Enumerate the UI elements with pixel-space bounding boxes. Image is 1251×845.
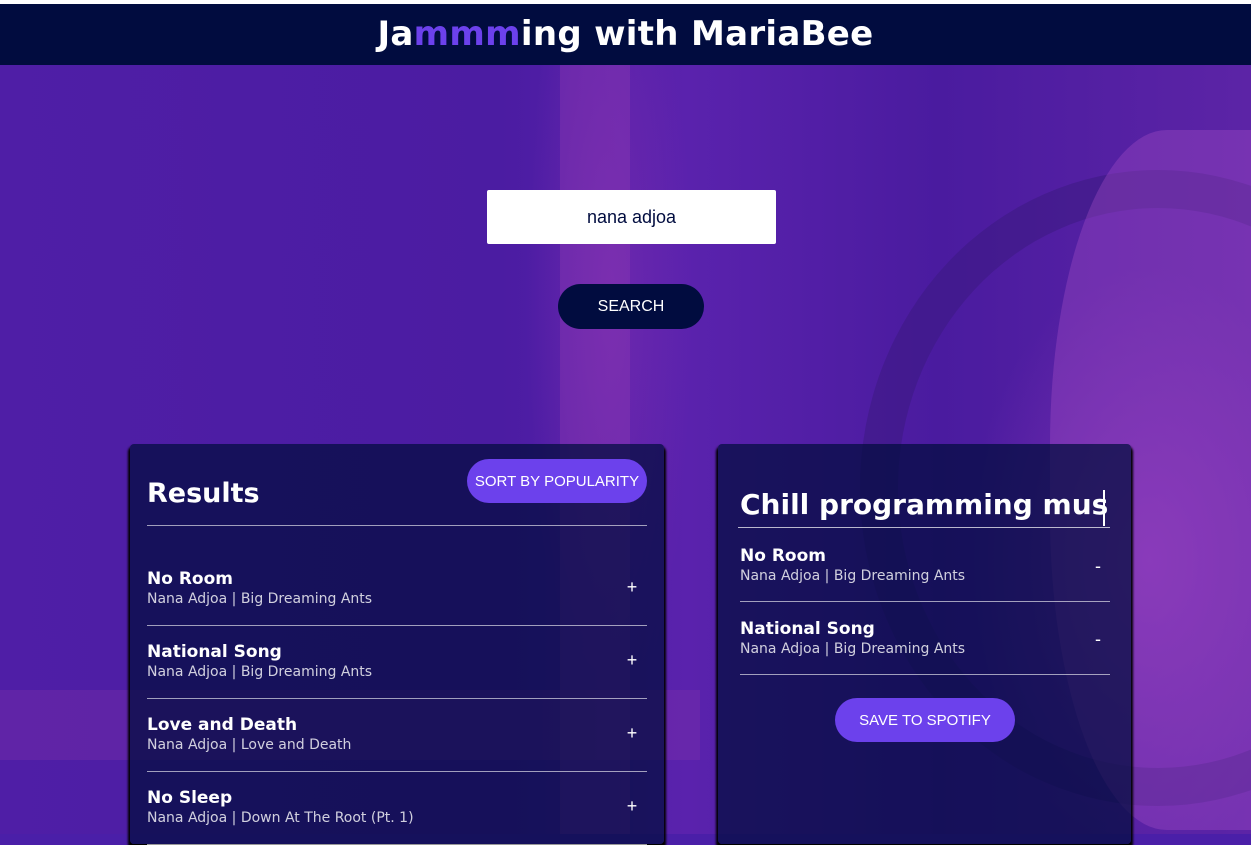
result-track: No Sleep Nana Adjoa | Down At The Root (… bbox=[147, 772, 647, 845]
title-suffix: ing with MariaBee bbox=[520, 14, 874, 54]
add-track-button[interactable]: + bbox=[620, 721, 644, 745]
track-name: National Song bbox=[740, 619, 875, 639]
sort-by-popularity-button[interactable]: SORT BY POPULARITY bbox=[467, 459, 647, 503]
track-name: No Room bbox=[740, 546, 826, 566]
track-info: Nana Adjoa | Big Dreaming Ants bbox=[740, 641, 966, 657]
playlist-track: National Song Nana Adjoa | Big Dreaming … bbox=[740, 619, 1110, 675]
text-caret bbox=[1103, 490, 1105, 526]
app-header: Jammming with MariaBee bbox=[0, 4, 1251, 65]
track-name: Love and Death bbox=[147, 715, 298, 735]
add-track-button[interactable]: + bbox=[620, 794, 644, 818]
save-to-spotify-button[interactable]: SAVE TO SPOTIFY bbox=[835, 698, 1015, 742]
add-track-button[interactable]: + bbox=[620, 648, 644, 672]
results-panel: Results SORT BY POPULARITY No Room Nana … bbox=[130, 444, 664, 845]
track-info: Nana Adjoa | Big Dreaming Ants bbox=[147, 664, 373, 680]
playlist-panel: No Room Nana Adjoa | Big Dreaming Ants -… bbox=[718, 444, 1131, 844]
track-info: Nana Adjoa | Big Dreaming Ants bbox=[147, 591, 373, 607]
remove-track-button[interactable]: - bbox=[1086, 627, 1110, 651]
track-info: Nana Adjoa | Love and Death bbox=[147, 737, 352, 753]
track-name: No Sleep bbox=[147, 788, 233, 808]
track-name: No Room bbox=[147, 569, 233, 589]
remove-track-button[interactable]: - bbox=[1086, 554, 1110, 578]
result-track: No Room Nana Adjoa | Big Dreaming Ants + bbox=[147, 553, 647, 626]
search-input[interactable] bbox=[487, 190, 776, 244]
playlist-name-input[interactable] bbox=[738, 486, 1110, 528]
search-button[interactable]: SEARCH bbox=[558, 284, 704, 329]
results-title: Results bbox=[147, 478, 260, 509]
title-prefix: Ja bbox=[377, 14, 414, 54]
result-track: Love and Death Nana Adjoa | Love and Dea… bbox=[147, 699, 647, 772]
title-highlight: mmm bbox=[413, 14, 521, 54]
add-track-button[interactable]: + bbox=[620, 575, 644, 599]
playlist-track: No Room Nana Adjoa | Big Dreaming Ants - bbox=[740, 546, 1110, 602]
result-track: National Song Nana Adjoa | Big Dreaming … bbox=[147, 626, 647, 699]
track-info: Nana Adjoa | Big Dreaming Ants bbox=[740, 568, 966, 584]
track-name: National Song bbox=[147, 642, 282, 662]
results-divider bbox=[147, 525, 647, 526]
track-info: Nana Adjoa | Down At The Root (Pt. 1) bbox=[147, 810, 414, 826]
app-title: Jammming with MariaBee bbox=[0, 4, 1251, 65]
